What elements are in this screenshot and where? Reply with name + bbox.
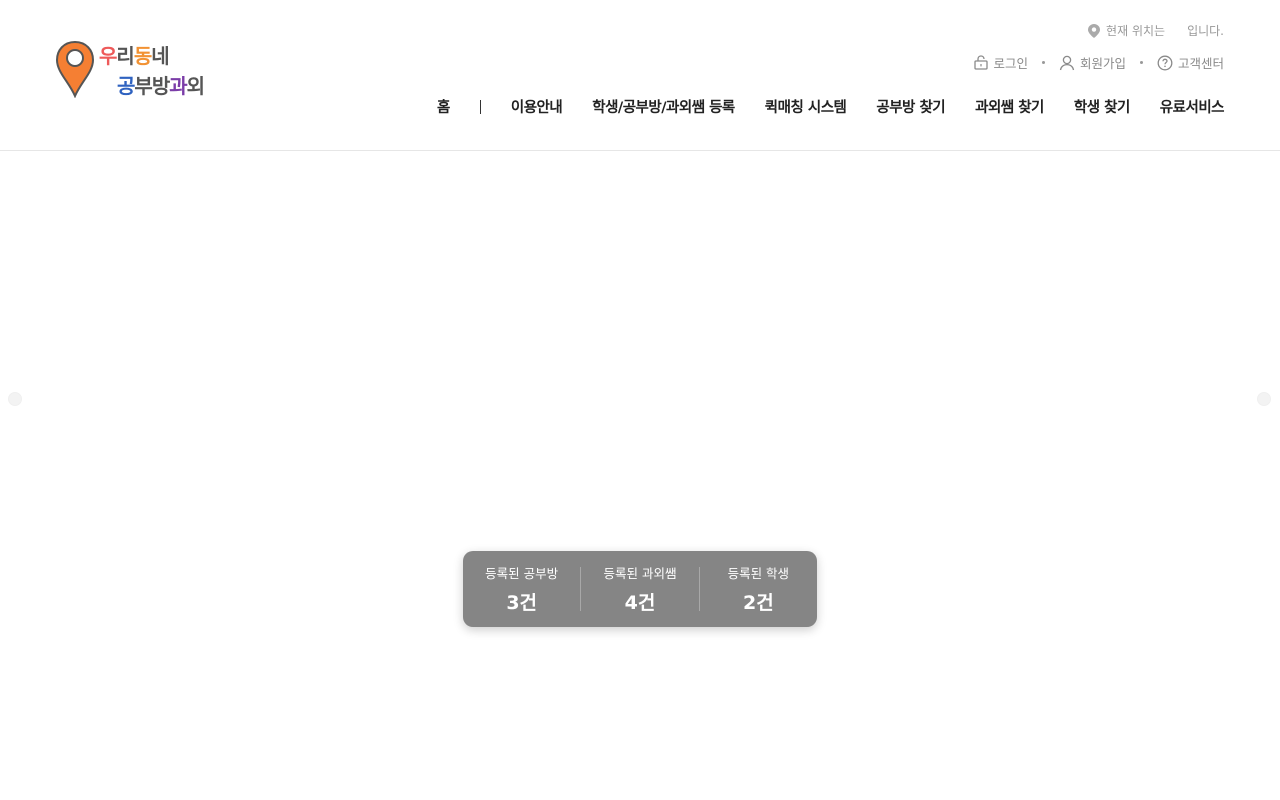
- login-link[interactable]: 로그인: [974, 53, 1028, 72]
- nav-item-guide[interactable]: 이용안내: [511, 96, 563, 117]
- site-header: 우리동네 공부방과외 현재 위치는 입니다. 로그인 회원가입 고객센터 홈 이…: [0, 0, 1280, 151]
- nav-item-find-tutor[interactable]: 과외쌤 찾기: [975, 96, 1044, 117]
- question-circle-icon: [1157, 55, 1173, 70]
- logo-char: 과: [169, 74, 187, 98]
- nav-item-home[interactable]: 홈: [437, 96, 450, 117]
- signup-label: 회원가입: [1079, 56, 1126, 71]
- registration-stats-panel: 등록된 공부방 3건 등록된 과외쌤 4건 등록된 학생 2건: [463, 551, 817, 627]
- separator-dot: [1041, 61, 1045, 64]
- logo-char: 우: [99, 44, 117, 68]
- nav-item-paid-service[interactable]: 유료서비스: [1160, 96, 1225, 117]
- logo-char: 네: [151, 44, 169, 68]
- location-suffix: 입니다.: [1187, 24, 1224, 38]
- slider-next-button[interactable]: [1257, 392, 1271, 406]
- logo-char: 동: [133, 44, 152, 68]
- logo-char: 공: [117, 74, 135, 98]
- logo-text-line1: 우리동네: [99, 40, 170, 69]
- stat-value: 3건: [506, 592, 538, 614]
- map-pin-icon: [1088, 23, 1101, 38]
- stat-label: 등록된 과외쌤: [603, 566, 677, 581]
- current-location: 현재 위치는 입니다.: [1088, 22, 1224, 39]
- stat-students: 등록된 학생 2건: [700, 563, 817, 615]
- signup-link[interactable]: 회원가입: [1059, 53, 1126, 72]
- logo-char: 방: [151, 74, 170, 98]
- customer-center-link[interactable]: 고객센터: [1157, 53, 1224, 72]
- slider-prev-button[interactable]: [8, 392, 22, 406]
- stat-label: 등록된 학생: [727, 566, 790, 581]
- nav-item-register[interactable]: 학생/공부방/과외쌤 등록: [592, 96, 735, 117]
- utility-menu: 로그인 회원가입 고객센터: [974, 53, 1224, 72]
- logo-char: 외: [186, 74, 205, 98]
- main-visual-slider: 등록된 공부방 3건 등록된 과외쌤 4건 등록된 학생 2건: [0, 151, 1280, 800]
- stat-value: 4건: [624, 592, 656, 614]
- main-navigation: 홈 이용안내 학생/공부방/과외쌤 등록 퀵매칭 시스템 공부방 찾기 과외쌤 …: [437, 96, 1225, 117]
- nav-item-find-student[interactable]: 학생 찾기: [1074, 96, 1130, 117]
- site-logo[interactable]: 우리동네 공부방과외: [55, 40, 215, 100]
- login-label: 로그인: [993, 56, 1028, 71]
- logo-char: 부: [134, 74, 152, 98]
- nav-item-quick-matching[interactable]: 퀵매칭 시스템: [765, 96, 847, 117]
- customer-center-label: 고객센터: [1177, 56, 1224, 71]
- separator-dot: [1139, 61, 1143, 64]
- logo-pin-icon: [55, 40, 95, 98]
- location-prefix: 현재 위치는: [1106, 24, 1166, 38]
- nav-divider: [479, 99, 481, 114]
- stat-label: 등록된 공부방: [485, 566, 559, 581]
- stat-study-rooms: 등록된 공부방 3건: [463, 563, 580, 615]
- stat-tutors: 등록된 과외쌤 4건: [581, 563, 698, 615]
- user-icon: [1059, 55, 1075, 70]
- logo-text-line2: 공부방과외: [117, 70, 205, 99]
- stat-value: 2건: [742, 592, 774, 614]
- logo-char: 리: [116, 44, 134, 68]
- lock-icon: [974, 55, 989, 70]
- nav-item-find-study-room[interactable]: 공부방 찾기: [876, 96, 945, 117]
